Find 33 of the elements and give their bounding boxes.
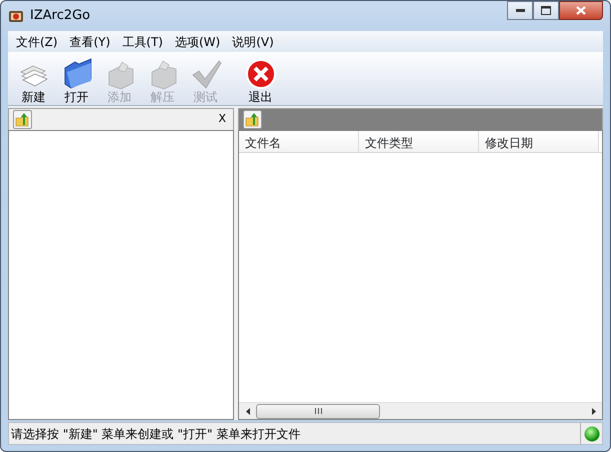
- toolbar-button[interactable]: 打开: [55, 58, 98, 104]
- menu-item[interactable]: 文件(Z): [10, 32, 64, 50]
- toolbar-button[interactable]: 退出: [239, 58, 282, 104]
- horizontal-scrollbar[interactable]: [239, 402, 602, 419]
- menu-item[interactable]: 选项(W): [169, 32, 226, 50]
- column-header[interactable]: 文件类型: [359, 131, 479, 152]
- close-button[interactable]: [559, 1, 603, 20]
- folder-up-icon: [245, 112, 260, 127]
- right-arrow-icon: [592, 408, 596, 414]
- maximize-button[interactable]: [533, 1, 559, 20]
- toolbar-button[interactable]: 新建: [12, 58, 55, 104]
- close-pane-button[interactable]: X: [215, 111, 229, 128]
- status-light-icon: [584, 426, 600, 442]
- menu-item[interactable]: 工具(T): [116, 32, 169, 50]
- app-icon: [8, 8, 24, 24]
- left-arrow-icon: [246, 408, 250, 414]
- status-message: 请选择按 "新建" 菜单来创建或 "打开" 菜单来打开文件: [10, 426, 302, 442]
- menu-item[interactable]: 说明(V): [226, 32, 280, 50]
- minimize-icon: [516, 9, 524, 12]
- grip-icon: [314, 408, 322, 414]
- close-icon: [244, 58, 276, 90]
- folder-up-icon: [15, 112, 30, 127]
- maximize-icon: [541, 6, 551, 15]
- column-header[interactable]: 文件名: [239, 131, 359, 152]
- folder-up-button[interactable]: [243, 110, 262, 129]
- column-header[interactable]: 修改日期: [479, 131, 599, 152]
- window-title: IZArc2Go: [30, 7, 90, 26]
- folder-up-button[interactable]: [13, 110, 32, 129]
- scrollbar-thumb[interactable]: [256, 404, 380, 418]
- checkmark-icon: [190, 58, 222, 90]
- close-icon: [576, 6, 586, 15]
- minimize-button[interactable]: [507, 1, 533, 20]
- menu-item[interactable]: 查看(Y): [64, 32, 116, 50]
